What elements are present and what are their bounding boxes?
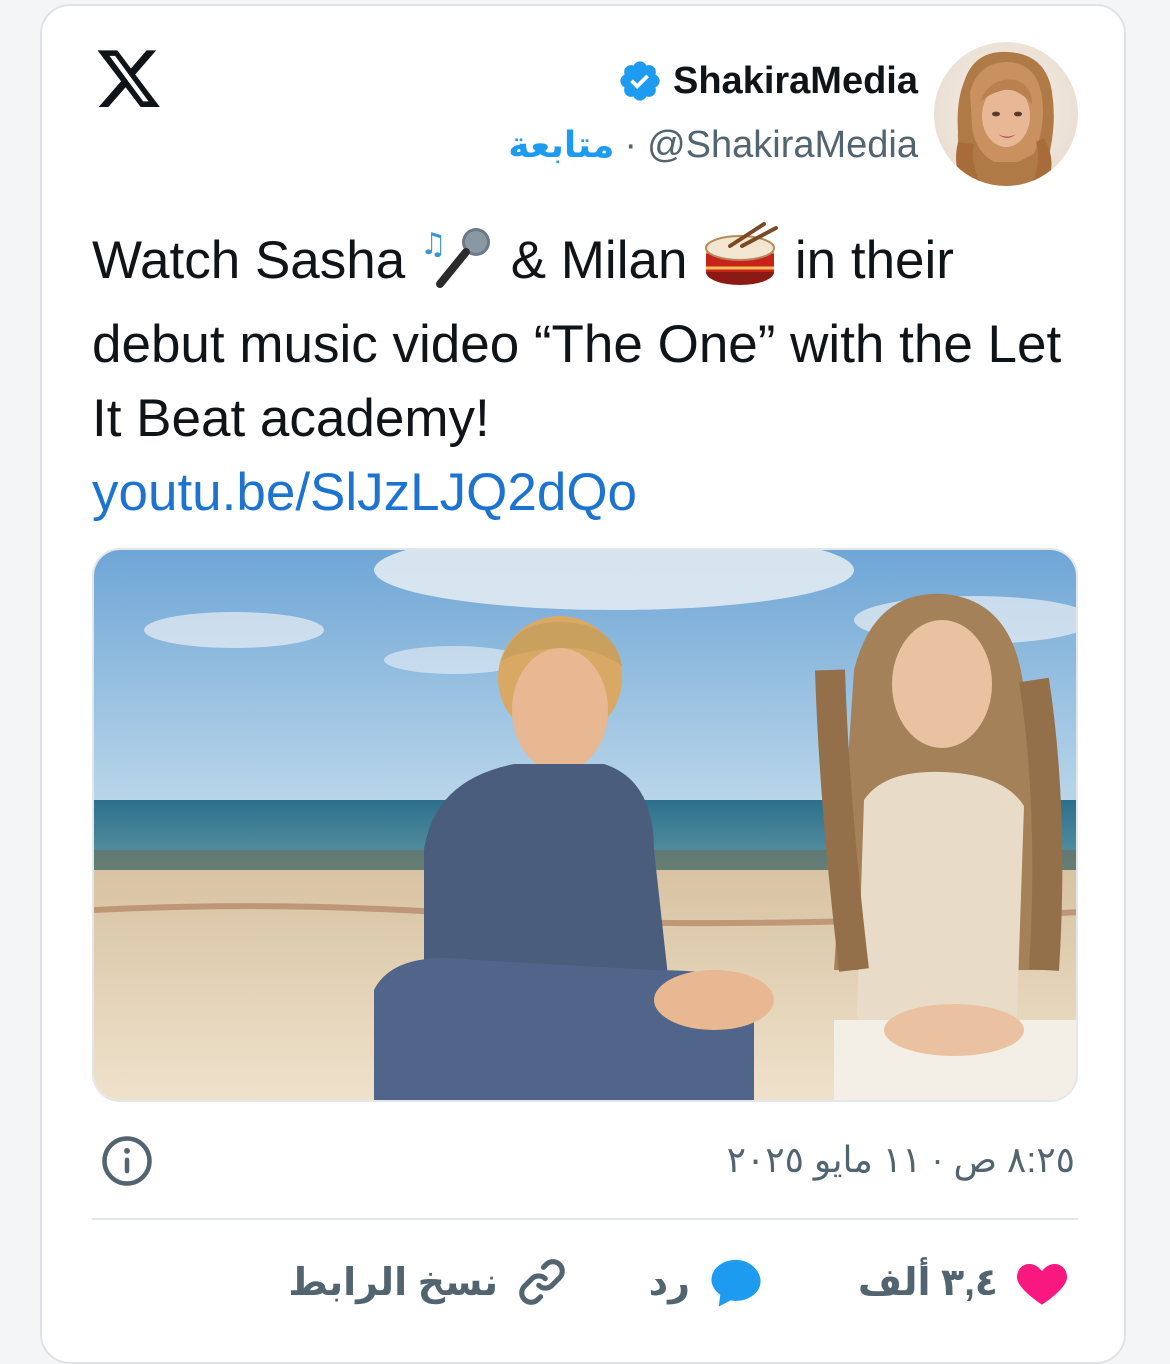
- follow-button[interactable]: متابعة: [508, 124, 614, 166]
- copy-link-button[interactable]: نسخ الرابط: [288, 1250, 570, 1314]
- info-icon[interactable]: [100, 1134, 154, 1188]
- handle[interactable]: @ShakiraMedia: [647, 124, 918, 167]
- like-button[interactable]: ٣,٤ ألف: [858, 1250, 1070, 1314]
- svg-text:♫: ♫: [420, 227, 447, 262]
- link-icon: [519, 1259, 565, 1305]
- divider: [92, 1218, 1078, 1220]
- heart-icon: [1016, 1263, 1068, 1305]
- tweet-media-video[interactable]: [92, 548, 1078, 1102]
- copy-link-label: نسخ الرابط: [288, 1261, 498, 1304]
- reply-label: رد: [648, 1261, 690, 1304]
- author-name-row[interactable]: ShakiraMedia: [617, 56, 918, 106]
- tweet-text-part: & Milan: [495, 231, 703, 290]
- action-bar: ٣,٤ ألف رد نسخ الرابط: [0, 1250, 1170, 1320]
- tweet-timestamp[interactable]: ٨:٢٥ ص · ١١ مايو ٢٠٢٥: [727, 1132, 1075, 1188]
- reply-bubble-icon: [711, 1259, 761, 1307]
- microphone-emoji: ♫: [420, 224, 496, 308]
- tweet-text-part: Watch Sasha: [92, 231, 420, 290]
- x-logo-icon[interactable]: [94, 44, 164, 112]
- like-count: ٣,٤ ألف: [857, 1261, 998, 1304]
- handle-row: متابعة · @ShakiraMedia: [508, 120, 918, 170]
- avatar[interactable]: [934, 42, 1078, 186]
- separator-dot: ·: [624, 123, 638, 166]
- reply-button[interactable]: رد: [649, 1250, 766, 1314]
- verified-badge-icon: [620, 61, 660, 101]
- drum-emoji: [702, 222, 780, 308]
- display-name[interactable]: ShakiraMedia: [673, 60, 918, 103]
- tweet-link[interactable]: youtu.be/SlJzLJQ2dQo: [92, 463, 637, 522]
- tweet-text: Watch Sasha ♫ & Milan in their debut mus…: [92, 222, 1082, 530]
